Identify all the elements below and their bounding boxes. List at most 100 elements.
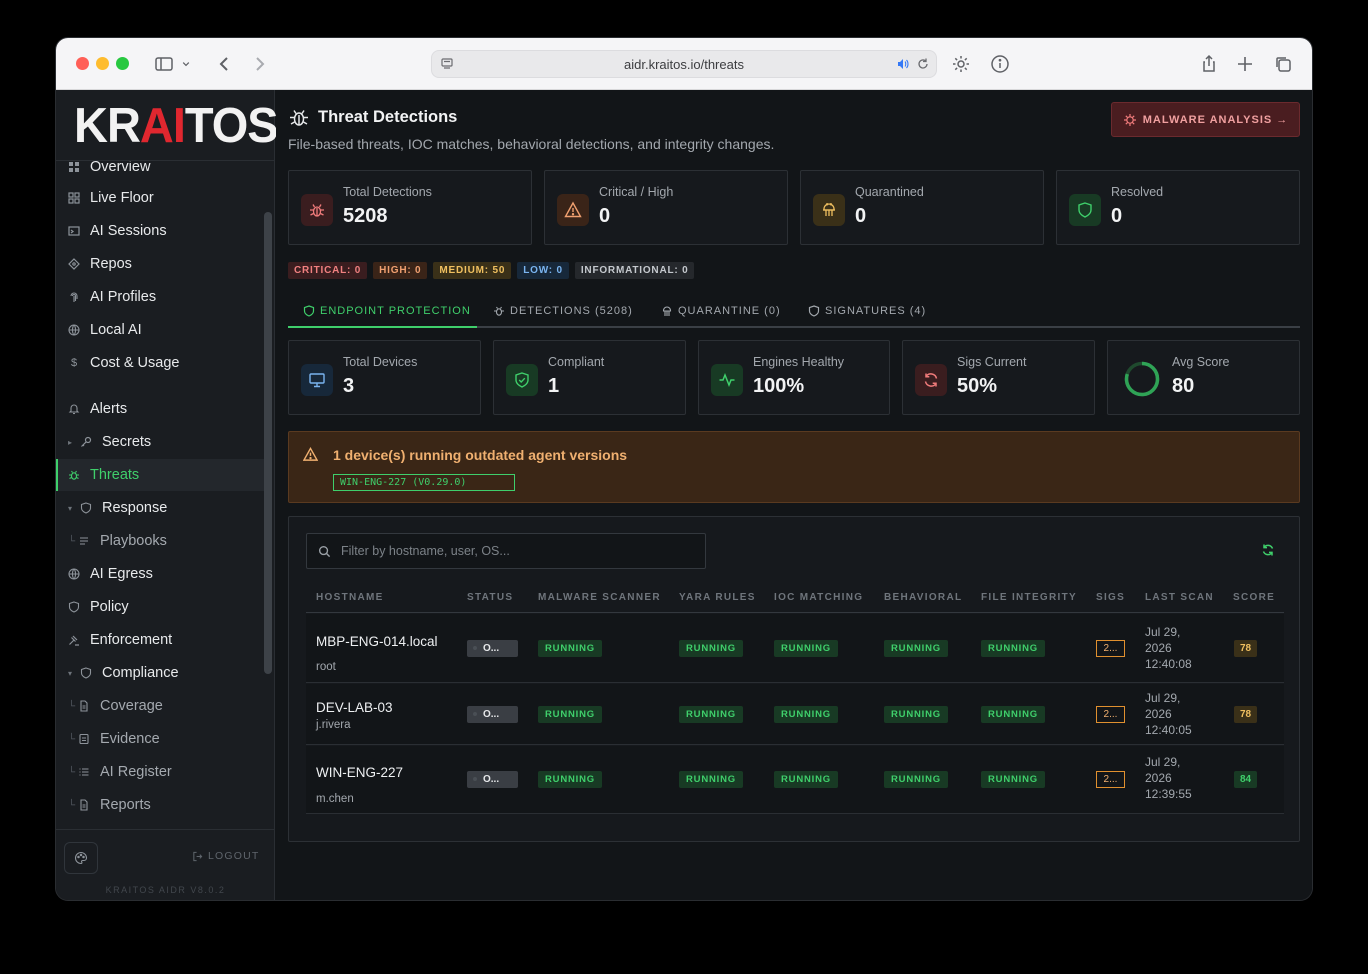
sidebar-item-ai-profiles[interactable]: AI Profiles [56,281,264,313]
sidebar-item-coverage[interactable]: └ Coverage [56,690,264,722]
sidebar-item-threats[interactable]: Threats [56,459,264,491]
list-icon [78,766,90,778]
sidebar-item-ai-register[interactable]: └ AI Register [56,756,264,788]
forward-icon[interactable] [248,52,272,76]
chevron-down-icon[interactable] [179,52,193,76]
sidebar-item-ai-sessions[interactable]: AI Sessions [56,215,264,247]
table-row[interactable]: MBP-ENG-014.local root O... RUNNING RUNN… [306,614,1284,683]
globe-icon [68,568,80,580]
stat-total-devices: Total Devices 3 [288,340,481,415]
address-bar[interactable]: aidr.kraitos.io/threats [431,50,937,78]
malware-scanner-badge: RUNNING [538,640,602,657]
severity-critical-chip[interactable]: CRITICAL: 0 [288,262,368,279]
refresh-icon[interactable] [1261,543,1275,557]
sidebar-item-alerts[interactable]: Alerts [56,393,264,425]
sidebar-item-policy[interactable]: Policy [56,591,264,623]
shield-icon [80,502,92,514]
shield-check-icon [506,364,538,396]
reload-icon[interactable] [916,57,930,71]
info-icon[interactable] [988,52,1012,76]
theme-button[interactable] [64,842,98,874]
close-window-button[interactable] [76,57,89,70]
column-score[interactable]: SCORE [1233,592,1275,603]
new-tab-icon[interactable] [1233,52,1257,76]
outdated-device-chip[interactable]: WIN-ENG-227 (V0.29.0) [333,474,515,491]
palette-icon [75,851,88,865]
browser-window: aidr.kraitos.io/threats KRAITOS Overview… [56,38,1312,900]
bug-icon [301,194,333,226]
column-sigs[interactable]: SIGS [1096,592,1125,603]
column-status[interactable]: STATUS [467,592,513,603]
sidebar-item-playbooks[interactable]: └ Playbooks [56,525,264,557]
browser-toolbar: aidr.kraitos.io/threats [56,38,1312,90]
table-row[interactable]: WIN-ENG-227 m.chen O... RUNNING RUNNING … [306,746,1284,814]
column-ioc-matching[interactable]: IOC MATCHING [774,592,863,603]
doc-icon [78,700,90,712]
sidebar-scrollbar[interactable] [264,212,272,674]
yara-rules-badge: RUNNING [679,706,743,723]
chevron-right-icon[interactable]: ▸ [68,438,78,447]
dollar-icon: $ [70,357,78,369]
sidebar-item-overview[interactable]: Overview [56,161,264,183]
user-cell: m.chen [316,793,354,805]
behavioral-badge: RUNNING [884,640,948,657]
column-hostname[interactable]: HOSTNAME [316,592,384,603]
chevron-down-icon[interactable]: ▾ [68,669,78,678]
severity-medium-chip[interactable]: MEDIUM: 50 [433,262,512,279]
share-icon[interactable] [1197,52,1221,76]
malware-analysis-button[interactable]: MALWARE ANALYSIS → [1111,102,1300,137]
column-last-scan[interactable]: LAST SCAN [1145,592,1214,603]
page-subtitle: File-based threats, IOC matches, behavio… [288,136,775,152]
sidebar-item-compliance[interactable]: ▾ Compliance [56,657,264,689]
sidebar-item-response[interactable]: ▾ Response [56,492,264,524]
ioc-matching-badge: RUNNING [774,771,838,788]
severity-info-chip[interactable]: INFORMATIONAL: 0 [574,262,695,279]
minimize-window-button[interactable] [96,57,109,70]
file-integrity-badge: RUNNING [981,771,1045,788]
tab-quarantine[interactable]: QUARANTINE (0) [661,296,781,326]
search-icon [318,545,331,558]
column-file-integrity[interactable]: FILE INTEGRITY [981,592,1077,603]
doc-icon [78,799,90,811]
severity-high-chip[interactable]: HIGH: 0 [373,262,428,279]
column-malware-scanner[interactable]: MALWARE SCANNER [538,592,661,603]
table-row[interactable]: DEV-LAB-03 j.rivera O... RUNNING RUNNING… [306,684,1284,745]
sidebar-item-evidence[interactable]: └ Evidence [56,723,264,755]
sidebar-item-secrets[interactable]: ▸ Secrets [56,426,264,458]
gear-icon[interactable] [949,52,973,76]
monitor-icon [301,364,333,396]
file-integrity-badge: RUNNING [981,640,1045,657]
logout-button[interactable]: LOGOUT [192,850,260,862]
sidebar-toggle-icon[interactable] [152,52,176,76]
zoom-window-button[interactable] [116,57,129,70]
sigs-badge: 2... [1096,640,1125,657]
severity-low-chip[interactable]: LOW: 0 [517,262,569,279]
sidebar-item-repos[interactable]: Repos [56,248,264,280]
sidebar-item-ai-egress[interactable]: AI Egress [56,558,264,590]
tab-endpoint-protection[interactable]: ENDPOINT PROTECTION [303,296,471,326]
tab-detections[interactable]: DETECTIONS (5208) [493,296,633,326]
status-badge: O... [467,771,518,788]
sidebar-item-cost-usage[interactable]: $ Cost & Usage [56,347,264,379]
outdated-agent-alert: 1 device(s) running outdated agent versi… [288,431,1300,503]
activity-icon [711,364,743,396]
kraitos-logo[interactable]: KRAITOS [74,98,279,152]
bug-icon [494,306,504,316]
speaker-icon[interactable] [896,57,910,71]
sidebar-item-live-floor[interactable]: Live Floor [56,182,264,214]
tab-overview-icon[interactable] [1271,52,1295,76]
filter-input[interactable] [341,534,701,568]
stat-avg-score: Avg Score 80 [1107,340,1300,415]
chevron-down-icon[interactable]: ▾ [68,504,78,513]
column-behavioral[interactable]: BEHAVIORAL [884,592,962,603]
sidebar-item-enforcement[interactable]: Enforcement [56,624,264,656]
back-icon[interactable] [212,52,236,76]
tab-signatures[interactable]: SIGNATURES (4) [808,296,926,326]
url-text: aidr.kraitos.io/threats [624,57,744,72]
sidebar-item-local-ai[interactable]: Local AI [56,314,264,346]
status-badge: O... [467,640,518,657]
sidebar-item-reports[interactable]: └ Reports [56,789,264,821]
column-yara-rules[interactable]: YARA RULES [679,592,756,603]
shield-icon [68,601,80,613]
git-icon [68,258,80,270]
